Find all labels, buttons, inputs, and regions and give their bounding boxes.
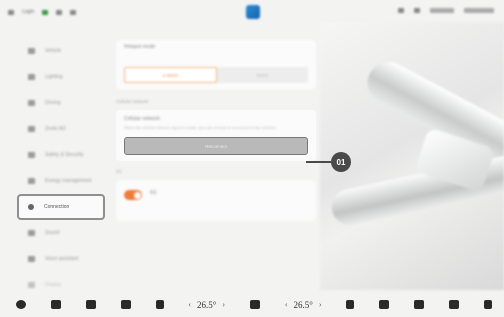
link-icon — [28, 204, 34, 210]
hotspot-title: Hotspot mode — [124, 44, 156, 50]
sidebar-item-zeekr-ad[interactable]: Zeekr AD — [18, 116, 108, 142]
temperature-readout — [430, 8, 454, 13]
band-option-5ghz[interactable]: 5GHz — [217, 67, 308, 83]
driver-temperature-control: ‹ 26.5° › — [188, 300, 225, 310]
sidebar-item-voice-assistant[interactable]: Voice assistant — [18, 246, 108, 272]
hotspot-band-selector: 2.4GHz 5GHz — [124, 67, 308, 83]
climate-icon[interactable] — [249, 300, 260, 309]
cellular-card: Cellular network When the cellular netwo… — [116, 110, 316, 161]
temp-decrease-icon[interactable]: ‹ — [285, 300, 288, 309]
music-icon[interactable] — [414, 300, 425, 309]
sidebar-item-connection[interactable]: Connection — [17, 194, 105, 220]
temp-decrease-icon[interactable]: ‹ — [188, 300, 191, 309]
driver-temperature: 26.5° — [197, 299, 217, 310]
sidebar-item-label: Sound — [45, 230, 60, 236]
hotspot-description — [124, 53, 308, 61]
connection-settings-panel: Hotspot mode 2.4GHz 5GHz Cellular networ… — [116, 40, 316, 227]
sidebar-item-driving[interactable]: Driving — [18, 90, 108, 116]
mic-icon — [28, 256, 35, 262]
sidebar-item-label: Connection — [44, 204, 70, 210]
display-icon — [28, 282, 35, 288]
network-icon — [414, 8, 420, 13]
phone-icon[interactable] — [155, 300, 164, 309]
fiveg-toggle[interactable] — [124, 190, 142, 200]
sidebar-item-sound[interactable]: Sound — [18, 220, 108, 246]
fiveg-section-label: 5G — [116, 169, 123, 174]
passenger-temperature-control: ‹ 26.5° › — [285, 300, 322, 310]
assist-icon — [28, 126, 35, 132]
sidebar-item-label: Vehicle — [45, 48, 62, 54]
battery-icon — [28, 178, 35, 184]
sidebar-item-label: Zeekr AD — [45, 126, 66, 132]
user-icon[interactable] — [8, 9, 14, 15]
sidebar-item-safety[interactable]: Safety & Security — [18, 142, 108, 168]
sidebar-item-label: Voice assistant — [45, 256, 79, 262]
volume-icon[interactable] — [483, 300, 492, 309]
temp-increase-icon[interactable]: › — [319, 300, 322, 309]
fan-icon[interactable] — [120, 300, 131, 309]
callout-line — [306, 161, 334, 163]
sound-icon — [28, 230, 35, 236]
fiveg-title: 5G — [150, 190, 157, 196]
sidebar-item-label: Safety & Security — [45, 152, 84, 158]
car-icon[interactable] — [50, 300, 61, 309]
cellular-section-label: Cellular network — [116, 99, 149, 104]
hotspot-card: Hotspot mode 2.4GHz 5GHz — [116, 40, 316, 89]
shield-icon — [28, 152, 35, 158]
apps-grid-icon[interactable] — [449, 300, 460, 309]
sidebar-item-energy[interactable]: Energy management — [18, 168, 108, 194]
seat-icon[interactable] — [85, 300, 96, 309]
car-icon — [28, 48, 35, 54]
wifi-icon — [56, 9, 63, 15]
sidebar-item-label: Energy management — [45, 178, 92, 184]
passenger-temperature: 26.5° — [293, 299, 313, 310]
home-icon[interactable] — [16, 300, 26, 309]
phone-call-icon[interactable] — [346, 300, 355, 309]
sidebar-item-vehicle[interactable]: Vehicle — [18, 38, 108, 64]
callout-badge: 01 — [331, 152, 351, 172]
bottom-dock: ‹ 26.5° › ‹ 26.5° › — [0, 292, 504, 317]
band-option-2-4ghz[interactable]: 2.4GHz — [124, 67, 217, 83]
fiveg-card: 5G — [116, 180, 316, 221]
phone-icon — [70, 9, 77, 15]
brand-logo-icon[interactable] — [246, 5, 260, 19]
clock-readout — [464, 8, 494, 13]
steering-icon — [28, 100, 35, 106]
sidebar-item-label: Driving — [45, 100, 61, 106]
cellular-description: When the cellular network signal is weak… — [124, 125, 276, 130]
temp-increase-icon[interactable]: › — [222, 300, 225, 309]
reconnect-button[interactable]: Reconnect — [124, 137, 308, 155]
cellular-title: Cellular network — [124, 116, 160, 122]
bluetooth-icon — [398, 8, 404, 13]
signal-icon — [42, 9, 49, 15]
sidebar-item-lighting[interactable]: Lighting — [18, 64, 108, 90]
sidebar-item-label: Display — [45, 282, 62, 288]
light-icon — [28, 74, 35, 80]
status-login[interactable]: Login — [22, 9, 34, 15]
status-bar: Login — [0, 0, 504, 24]
sidebar-item-label: Lighting — [45, 74, 63, 80]
settings-sidebar: Vehicle Lighting Driving Zeekr AD Safety… — [17, 38, 108, 298]
messages-icon[interactable] — [379, 300, 390, 309]
fiveg-description — [150, 199, 157, 211]
